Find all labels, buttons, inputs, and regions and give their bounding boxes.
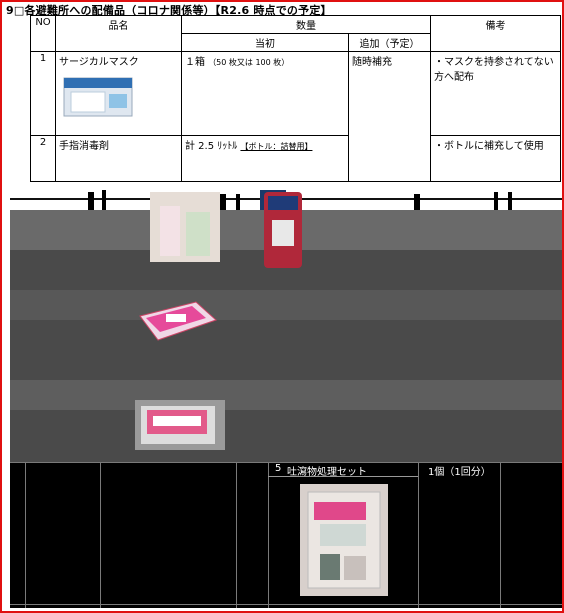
row-item: サージカルマスク xyxy=(55,51,182,136)
corrupted-black-area xyxy=(10,462,562,608)
row-initial: １箱 （50 枚又は 100 枚） xyxy=(181,51,349,136)
row-no: 2 xyxy=(30,135,56,182)
paper-towel-photo xyxy=(135,400,225,450)
header-remarks: 備考 xyxy=(430,15,561,52)
header-initial: 当初 xyxy=(181,33,349,52)
header-no: NO xyxy=(30,15,56,52)
header-item: 品名 xyxy=(55,15,182,52)
header-additional: 追加（予定） xyxy=(348,33,431,52)
item-name: サージカルマスク xyxy=(59,57,139,68)
table-row: 1 サージカルマスク １箱 （50 枚又は 100 枚） 随時補充 ・マスクを持… xyxy=(30,51,561,182)
row-additional: 随時補充 xyxy=(348,51,431,182)
table-row: 2 手指消毒剤 計 2.5 ﾘｯﾄﾙ 【ボトル：詰替用】 ・ボトルに補充して使用 xyxy=(30,135,561,182)
gloves-box-photo xyxy=(139,301,217,341)
row-item: 手指消毒剤 xyxy=(55,135,182,182)
row-remarks: ・ボトルに補充して使用 xyxy=(430,135,561,182)
row-initial: 計 2.5 ﾘｯﾄﾙ 【ボトル：詰替用】 xyxy=(181,135,349,182)
row-no: 5 xyxy=(275,463,282,474)
supplies-table: NO 品名 数量 備考 当初 追加（予定） 1 サージカルマスク １箱 （50 … xyxy=(30,15,561,182)
row-item: 吐瀉物処理セット xyxy=(287,467,367,478)
sanitizer-pouch-photo xyxy=(264,192,302,268)
mask-box-photo xyxy=(63,77,133,117)
row-remarks: ・マスクを持参されてない方へ配布 xyxy=(430,51,561,136)
row-no: 1 xyxy=(30,51,56,136)
vomit-kit-photo xyxy=(300,484,388,596)
header-quantity: 数量 xyxy=(181,15,431,34)
sanitizer-bottle-photo xyxy=(150,192,220,262)
row-initial: 1個（1回分） xyxy=(428,467,491,478)
